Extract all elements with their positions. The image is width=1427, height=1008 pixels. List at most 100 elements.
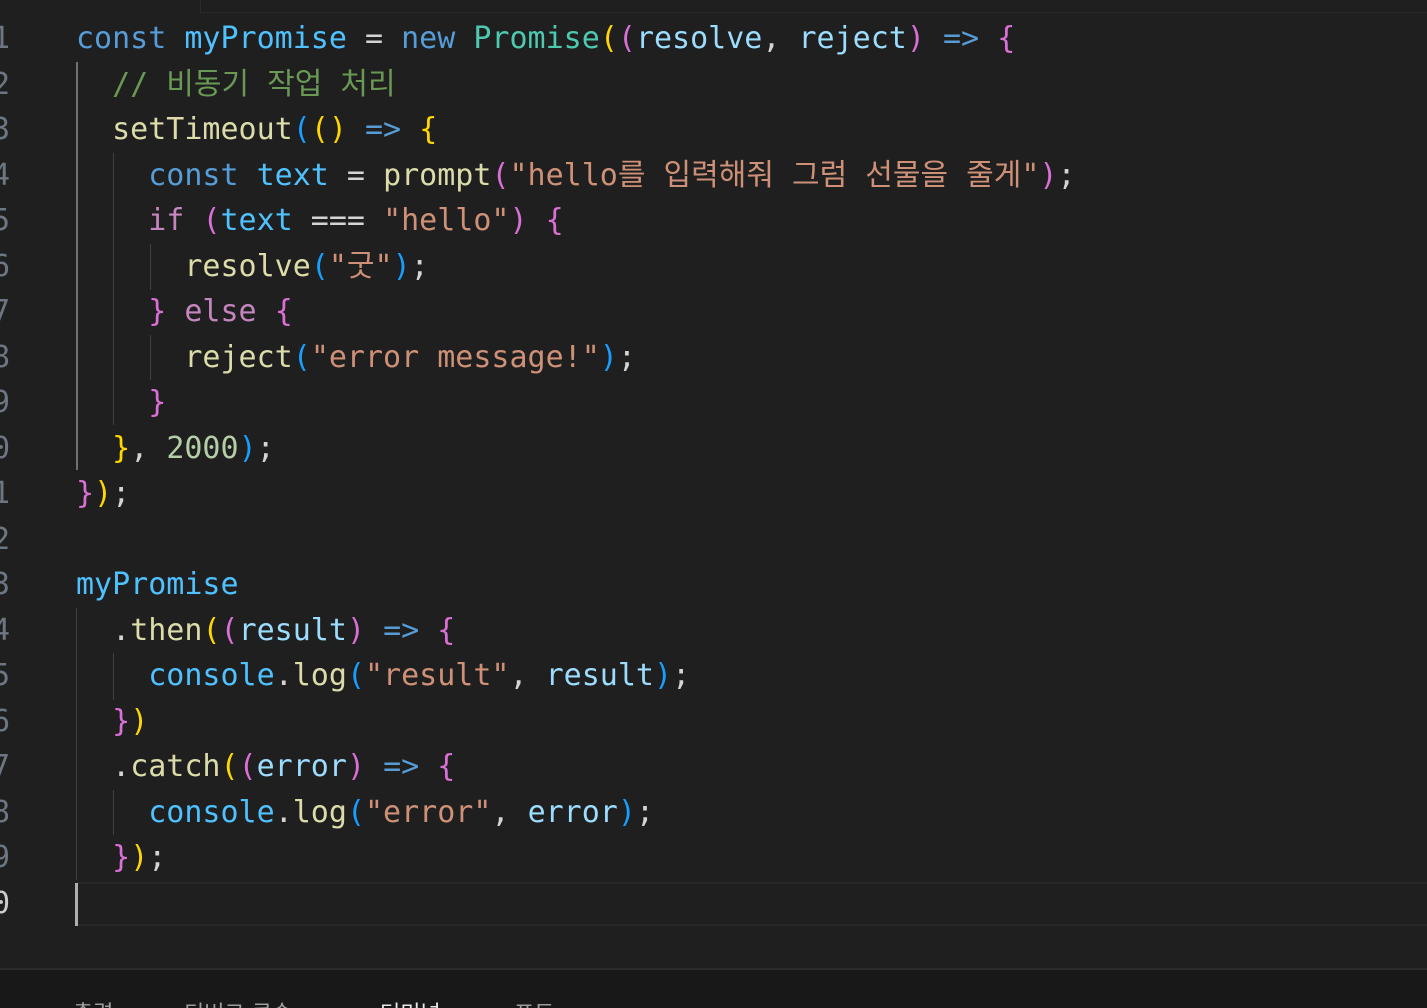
code-token: => xyxy=(383,749,420,784)
code-token: myPromise xyxy=(184,21,347,56)
code-line[interactable]: 3 myPromise xyxy=(0,562,1427,607)
line-code: setTimeout(() => { xyxy=(76,107,437,152)
code-line[interactable]: 8 reject("error message!"); xyxy=(0,335,1427,380)
code-token: ; xyxy=(148,840,167,875)
code-token: . xyxy=(274,658,293,693)
line-number: 2 xyxy=(0,66,11,102)
code-token: catch xyxy=(130,749,221,784)
code-token: { xyxy=(545,203,564,238)
code-line[interactable]: 4 .then((result) => { xyxy=(0,608,1427,653)
code-token: = xyxy=(328,157,384,193)
code-line[interactable]: 1}); xyxy=(0,471,1427,516)
code-token: myPromise xyxy=(76,567,239,602)
line-code: .then((result) => { xyxy=(76,608,455,653)
line-code: // 비동기 작업 처리 xyxy=(76,62,396,107)
line-code: } else { xyxy=(76,289,293,334)
code-line[interactable]: 1 const myPromise = new Promise((resolve,… xyxy=(0,16,1427,61)
code-token: ) xyxy=(94,476,113,511)
code-line[interactable]: 0 }, 2000); xyxy=(0,426,1427,471)
code-token: ( xyxy=(310,112,329,147)
code-line[interactable]: 2 // 비동기 작업 처리 xyxy=(0,62,1427,107)
code-line[interactable]: 0 xyxy=(0,881,1427,926)
line-number: 1 xyxy=(0,21,11,56)
tab-terminal[interactable]: 터미널 xyxy=(380,996,441,1008)
code-line[interactable]: 9 }); xyxy=(0,835,1427,880)
code-line[interactable]: 3 setTimeout(() => { xyxy=(0,107,1427,152)
line-number: 1 xyxy=(0,476,11,511)
code-token: ( xyxy=(202,612,221,648)
code-token: ) xyxy=(617,794,636,830)
code-token: console xyxy=(148,794,275,830)
code-token: } xyxy=(112,430,131,466)
code-editor[interactable]: 1 const myPromise = new Promise((resolve,… xyxy=(0,0,1427,968)
line-code: }) xyxy=(76,699,148,744)
code-token: prompt xyxy=(383,157,492,193)
code-line[interactable]: 4 const text = prompt("hello를 입력해줘 그럼 선물… xyxy=(0,153,1427,198)
tab-output[interactable]: 출력 xyxy=(73,996,113,1008)
code-token: ) xyxy=(130,840,149,875)
code-token: . xyxy=(76,749,131,784)
code-token: { xyxy=(419,112,438,147)
tab-debug-console[interactable]: 디버그 콘솔 xyxy=(184,996,292,1008)
code-line[interactable]: 9 } xyxy=(0,380,1427,425)
code-token: const xyxy=(148,157,239,193)
code-token: { xyxy=(437,749,456,784)
code-token: ( xyxy=(310,248,329,284)
code-token: Promise xyxy=(473,21,600,56)
code-token: ; xyxy=(410,248,429,284)
line-code: console.log("error", error); xyxy=(76,790,654,835)
code-token: ) xyxy=(1039,157,1058,193)
code-line[interactable]: 7 } else { xyxy=(0,289,1427,334)
code-line[interactable]: 5 console.log("result", result); xyxy=(0,653,1427,698)
code-token: result xyxy=(545,658,654,693)
code-token: ( xyxy=(220,612,239,648)
code-token: then xyxy=(130,612,203,648)
line-code: const text = prompt("hello를 입력해줘 그럼 선물을 … xyxy=(76,153,1075,198)
code-token: { xyxy=(437,612,456,648)
line-code: reject("error message!"); xyxy=(76,335,636,380)
code-line[interactable]: 7 .catch((error) => { xyxy=(0,744,1427,789)
code-token: // 비동기 작업 처리 xyxy=(112,66,396,102)
code-token: "hello" xyxy=(383,203,510,238)
code-token: ( xyxy=(491,157,510,193)
code-token: ) xyxy=(328,112,347,147)
code-line[interactable]: 6 }) xyxy=(0,699,1427,744)
line-number: 8 xyxy=(0,339,11,375)
code-line[interactable]: 5 if (text === "hello") { xyxy=(0,198,1427,243)
code-token: text xyxy=(256,157,329,193)
code-token: ( xyxy=(599,21,618,56)
code-line[interactable]: 8 console.log("error", error); xyxy=(0,790,1427,835)
code-token: ) xyxy=(392,248,411,284)
tab-ports[interactable]: 포트 xyxy=(514,996,554,1008)
code-token: "error message!" xyxy=(310,339,600,375)
code-token: { xyxy=(274,294,293,329)
code-line[interactable]: 6 resolve("굿"); xyxy=(0,244,1427,289)
code-token: ) xyxy=(906,21,925,56)
code-token: ( xyxy=(346,658,365,693)
code-line[interactable]: 2 xyxy=(0,517,1427,562)
code-token: ) xyxy=(599,339,618,375)
code-token: ; xyxy=(672,658,691,693)
code-token: } xyxy=(148,294,167,329)
line-code: }, 2000); xyxy=(76,426,275,471)
code-token: ) xyxy=(130,703,149,739)
line-number: 3 xyxy=(0,112,11,147)
line-code: }); xyxy=(76,471,130,516)
code-token: ( xyxy=(202,203,221,238)
